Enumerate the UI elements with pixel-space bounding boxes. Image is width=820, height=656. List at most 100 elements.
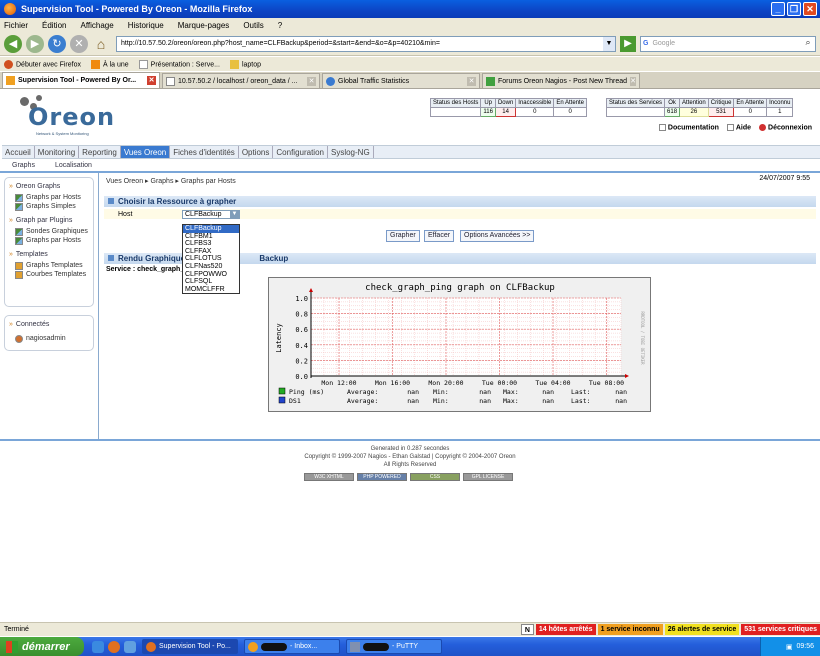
- host-dropdown-list[interactable]: CLFBackup CLFBM1 CLFBS3 CLFFAX CLFLOTUS …: [182, 224, 240, 295]
- firefox-icon[interactable]: [108, 640, 120, 653]
- task-putty[interactable]: - PuTTY: [346, 639, 442, 654]
- service-ok-value[interactable]: 618: [664, 107, 681, 117]
- logout-link[interactable]: Déconnexion: [759, 124, 812, 131]
- menu-edition[interactable]: Édition: [42, 21, 66, 30]
- subnav-graphs[interactable]: Graphs: [12, 162, 35, 169]
- bookmark-label: Débuter avec Firefox: [16, 60, 81, 68]
- dropdown-option[interactable]: CLFBS3: [183, 240, 239, 248]
- bookmark-presentation[interactable]: Présentation : Serve...: [138, 59, 220, 69]
- dropdown-option[interactable]: CLFFAX: [183, 248, 239, 256]
- legend-text: DS1: [289, 397, 301, 405]
- sidebar-item-graph-templates[interactable]: Graphs Templates: [15, 261, 89, 270]
- documentation-link[interactable]: Documentation: [658, 124, 719, 131]
- hosts-down-badge[interactable]: 14 hôtes arrêtés: [535, 624, 596, 635]
- nav-fiches[interactable]: Fiches d'identités: [170, 146, 239, 158]
- services-critical-badge[interactable]: 531 services critiques: [741, 624, 820, 635]
- menu-marque-pages[interactable]: Marque-pages: [178, 21, 230, 30]
- task-firefox[interactable]: Supervision Tool - Po...: [142, 639, 238, 654]
- nav-accueil[interactable]: Accueil: [2, 146, 35, 158]
- dropdown-option[interactable]: CLFLOTUS: [183, 255, 239, 263]
- start-button[interactable]: démarrer: [0, 637, 84, 656]
- close-tab-icon[interactable]: ✕: [147, 76, 156, 85]
- dropdown-option[interactable]: CLFBackup: [183, 225, 239, 233]
- w3c-badge[interactable]: W3C XHTML: [304, 473, 354, 481]
- service-unknown-value[interactable]: 1: [766, 107, 794, 117]
- search-input[interactable]: G Google ⌕: [640, 35, 816, 52]
- gpl-badge[interactable]: GPL LICENSE: [463, 473, 513, 481]
- nav-syslog[interactable]: Syslog-NG: [328, 146, 374, 158]
- forward-icon[interactable]: ▶: [26, 34, 44, 53]
- dropdown-option[interactable]: CLFNas520: [183, 263, 239, 271]
- bookmark-debuter[interactable]: Débuter avec Firefox: [4, 59, 81, 69]
- email-icon[interactable]: [124, 640, 136, 653]
- host-pending-value[interactable]: 0: [553, 107, 588, 117]
- dropdown-option[interactable]: MOMCLFFR: [183, 286, 239, 294]
- nagios-icon[interactable]: N: [520, 624, 534, 635]
- tab-forums[interactable]: Forums Oreon Nagios - Post New Thread ✕: [482, 73, 640, 88]
- network-icon[interactable]: ▣: [786, 643, 793, 651]
- dropdown-option[interactable]: CLFPOWWO: [183, 271, 239, 279]
- close-tab-icon[interactable]: ✕: [307, 76, 316, 86]
- sidebar-item-graphs-simples[interactable]: Graphs Simples: [15, 202, 89, 211]
- nav-options[interactable]: Options: [239, 146, 274, 158]
- ie-icon[interactable]: [92, 640, 104, 653]
- dropdown-option[interactable]: CLFBM1: [183, 233, 239, 241]
- clear-button[interactable]: Effacer: [424, 230, 455, 242]
- menu-historique[interactable]: Historique: [128, 21, 164, 30]
- menu-help[interactable]: ?: [278, 21, 282, 30]
- tab-traffic[interactable]: Global Traffic Statistics ✕: [322, 73, 480, 88]
- home-icon[interactable]: ⌂: [92, 35, 110, 53]
- help-link[interactable]: Aide: [726, 124, 751, 131]
- nav-vues-oreon[interactable]: Vues Oreon: [120, 146, 171, 158]
- search-icon[interactable]: ⌕: [801, 37, 815, 51]
- close-tab-icon[interactable]: ✕: [630, 76, 636, 86]
- logout-label: Déconnexion: [768, 124, 812, 132]
- favicon-icon: [6, 76, 15, 85]
- legend-text: Last:: [571, 388, 591, 396]
- host-up-value[interactable]: 116: [480, 107, 496, 117]
- stop-icon[interactable]: ✕: [70, 34, 88, 53]
- nav-monitoring[interactable]: Monitoring: [35, 146, 80, 158]
- graph-button[interactable]: Grapher: [386, 230, 420, 242]
- css-badge[interactable]: CSS: [410, 473, 460, 481]
- service-pending-value[interactable]: 0: [733, 107, 768, 117]
- url-dropdown-icon[interactable]: ▼: [603, 36, 615, 51]
- advanced-options-button[interactable]: Options Avancées >>: [460, 230, 535, 242]
- bookmark-une[interactable]: À la une: [90, 59, 129, 69]
- php-badge[interactable]: PHP POWERED: [357, 473, 407, 481]
- close-button[interactable]: ✕: [803, 2, 817, 16]
- menu-fichier[interactable]: Fichier: [4, 21, 28, 30]
- sidebar-item-graphs-hosts[interactable]: Graphs par Hosts: [15, 193, 89, 202]
- back-icon[interactable]: ◀: [4, 34, 22, 53]
- connected-user[interactable]: nagiosadmin: [15, 334, 89, 343]
- maximize-button[interactable]: ❐: [787, 2, 801, 16]
- footer-copyright: Copyright © 1999-2007 Nagios - Ethan Gal…: [304, 454, 516, 460]
- task-inbox[interactable]: - Inbox...: [244, 639, 340, 654]
- chevron-down-icon[interactable]: ▼: [230, 210, 239, 218]
- minimize-button[interactable]: _: [771, 2, 785, 16]
- service-ok-header: Ok: [664, 98, 681, 108]
- tab-phpmyadmin[interactable]: 10.57.50.2 / localhost / oreon_data / ..…: [162, 73, 320, 88]
- reload-icon[interactable]: ↻: [48, 34, 66, 53]
- sidebar-item-plugin-hosts[interactable]: Graphs par Hosts: [15, 236, 89, 245]
- close-tab-icon[interactable]: ✕: [467, 76, 476, 86]
- menu-outils[interactable]: Outils: [243, 21, 263, 30]
- url-bar[interactable]: http://10.57.50.2/oreon/oreon.php?host_n…: [116, 35, 616, 52]
- host-down-value[interactable]: 14: [494, 107, 517, 117]
- sidebar-item-curve-templates[interactable]: Courbes Templates: [15, 270, 89, 279]
- service-warning-value[interactable]: 26: [679, 107, 709, 117]
- host-unreachable-value[interactable]: 0: [515, 107, 555, 117]
- tab-supervision[interactable]: Supervision Tool - Powered By Or... ✕: [2, 72, 160, 88]
- menu-affichage[interactable]: Affichage: [80, 21, 113, 30]
- services-warning-badge[interactable]: 26 alertes de service: [664, 624, 740, 635]
- nav-reporting[interactable]: Reporting: [79, 146, 121, 158]
- host-select[interactable]: CLFBackup ▼: [182, 209, 240, 219]
- nav-configuration[interactable]: Configuration: [273, 146, 328, 158]
- sidebar-item-sondes[interactable]: Sondes Graphiques: [15, 227, 89, 236]
- go-button[interactable]: ▶: [620, 35, 636, 52]
- subnav-localisation[interactable]: Localisation: [55, 162, 92, 169]
- service-critical-value[interactable]: 531: [707, 107, 735, 117]
- bookmark-laptop[interactable]: laptop: [229, 59, 261, 69]
- dropdown-option[interactable]: CLFSQL: [183, 278, 239, 286]
- services-unknown-badge[interactable]: 1 service inconnu: [597, 624, 663, 635]
